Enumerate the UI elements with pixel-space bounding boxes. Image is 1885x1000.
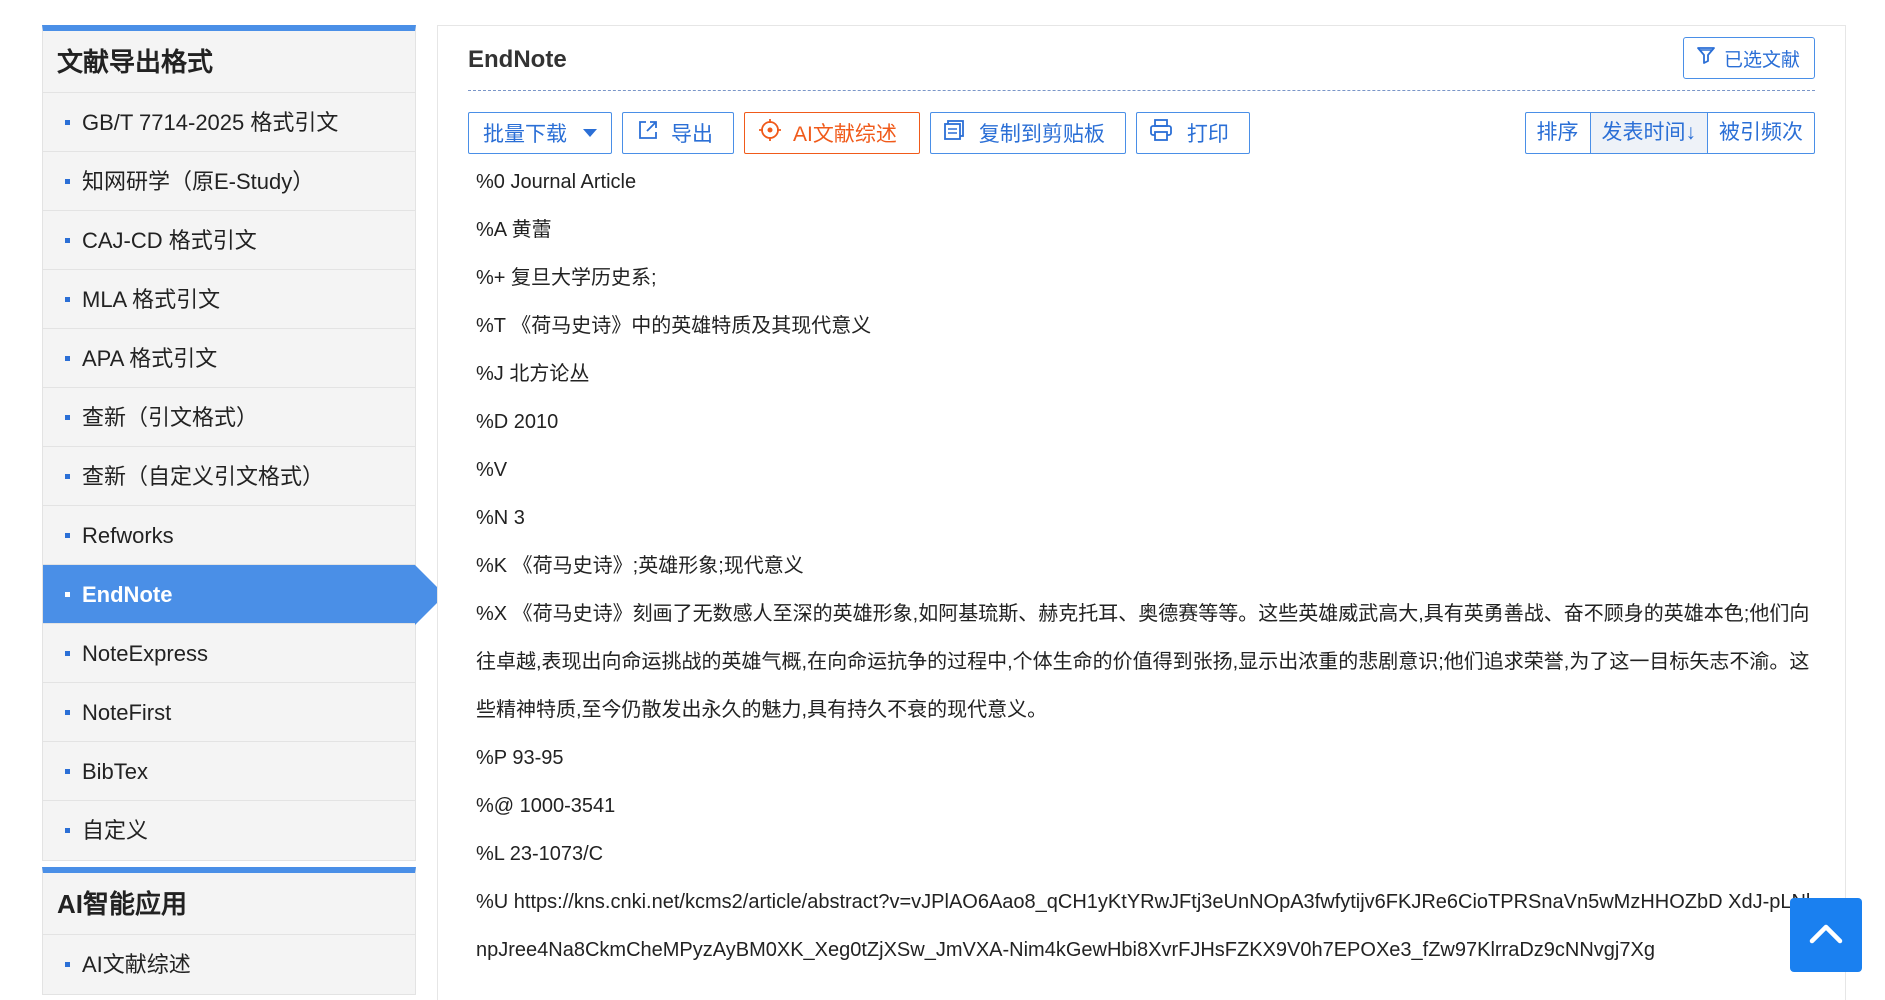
citation-line: %K 《荷马史诗》;英雄形象;现代意义 (476, 555, 804, 577)
ai-review-button[interactable]: AI文献综述 (744, 112, 920, 154)
sidebar-item[interactable]: APA 格式引文 (43, 329, 415, 388)
bullet-icon (65, 710, 70, 715)
selected-docs-button[interactable]: 已选文献 (1682, 37, 1815, 79)
sidebar-item[interactable]: CAJ-CD 格式引文 (43, 211, 415, 270)
bullet-icon (65, 356, 70, 361)
export-format-title: 文献导出格式 (43, 31, 415, 93)
back-to-top-button[interactable] (1790, 898, 1862, 972)
sort-publish-time-label: 发表时间 (1601, 121, 1686, 144)
printer-icon (1149, 119, 1173, 147)
citation-line: %V (476, 459, 508, 481)
sidebar-item[interactable]: Refworks (43, 506, 415, 565)
bullet-icon (65, 415, 70, 420)
sidebar-item-label: AI文献综述 (82, 952, 191, 977)
batch-download-label: 批量下载 (483, 123, 567, 146)
citation-line: %L 23-1073/C (476, 843, 604, 865)
sort-publish-time[interactable]: 发表时间↓ (1589, 113, 1707, 153)
bullet-icon (65, 297, 70, 302)
toolbar: 批量下载 导出 AI文献综述 复制到剪贴板 打印 (468, 112, 1250, 154)
selected-docs-label: 已选文献 (1723, 49, 1800, 71)
sidebar-item-label: 查新（自定义引文格式） (82, 464, 325, 489)
title-divider (468, 90, 1815, 91)
bullet-icon (65, 474, 70, 479)
arrow-down-icon: ↓ (1685, 121, 1697, 144)
sort-label: 排序 (1536, 121, 1579, 144)
export-format-list: GB/T 7714-2025 格式引文 知网研学（原E-Study） CAJ-CD … (43, 93, 445, 860)
sidebar-item-label: 自定义 (82, 818, 149, 843)
sidebar-item-label: Refworks (82, 523, 174, 548)
target-icon (759, 119, 781, 147)
page-root: 文献导出格式 GB/T 7714-2025 格式引文 知网研学（原E-Study）… (0, 0, 1885, 1000)
citation-content: %0 Journal Article %A 黄蕾 %+ 复旦大学历史系; %T 《荷马… (476, 158, 1821, 974)
page-title: EndNote (468, 46, 567, 73)
sidebar-item-label: CAJ-CD 格式引文 (82, 228, 257, 253)
sidebar-ai-item[interactable]: AI文献综述 (43, 935, 415, 994)
citation-line: %J 北方论丛 (476, 363, 590, 385)
sidebar-item[interactable]: 知网研学（原E-Study） (43, 152, 415, 211)
citation-line: %X 《荷马史诗》刻画了无数感人至深的英雄形象,如阿基琉斯、赫克托耳、奥德赛等等… (476, 603, 1810, 721)
sidebar-item[interactable]: 查新（引文格式） (43, 388, 415, 447)
copy-clipboard-button[interactable]: 复制到剪贴板 (929, 112, 1126, 154)
sort-citations[interactable]: 被引频次 (1707, 113, 1814, 153)
sidebar-item[interactable]: MLA 格式引文 (43, 270, 415, 329)
sidebar-item-label: APA 格式引文 (82, 346, 218, 371)
sidebar-item-label: 查新（引文格式） (82, 405, 259, 430)
ai-apps-list: AI文献综述 (43, 935, 415, 994)
ai-apps-title: AI智能应用 (43, 873, 415, 935)
print-button[interactable]: 打印 (1135, 112, 1250, 154)
bullet-icon (65, 179, 70, 184)
funnel-icon (1696, 45, 1716, 71)
clipboard-icon (943, 119, 965, 147)
sort-group: 排序 发表时间↓ 被引频次 (1524, 112, 1815, 154)
citation-line: %P 93-95 (476, 747, 564, 769)
sidebar-item-label: BibTex (82, 759, 149, 784)
bullet-icon (65, 592, 70, 597)
sidebar-item-label: 知网研学（原E-Study） (82, 169, 315, 194)
sidebar-item[interactable]: GB/T 7714-2025 格式引文 (43, 93, 415, 152)
sidebar-item-label: MLA 格式引文 (82, 287, 221, 312)
citation-line: %T 《荷马史诗》中的英雄特质及其现代意义 (476, 315, 872, 337)
citation-line: %N 3 (476, 507, 525, 529)
bullet-icon (65, 769, 70, 774)
sidebar-item[interactable]: NoteExpress (43, 624, 415, 683)
copy-clipboard-label: 复制到剪贴板 (978, 123, 1105, 146)
ai-apps-panel: AI智能应用 AI文献综述 (42, 867, 416, 995)
export-button[interactable]: 导出 (622, 112, 734, 154)
sidebar-item[interactable]: BibTex (43, 742, 415, 801)
sidebar-item[interactable]: NoteFirst (43, 683, 415, 742)
chevron-up-icon (1808, 921, 1844, 950)
chevron-down-icon (583, 129, 597, 137)
citation-line: %D 2010 (476, 411, 559, 433)
sidebar: 文献导出格式 GB/T 7714-2025 格式引文 知网研学（原E-Study）… (42, 25, 445, 995)
export-label: 导出 (671, 123, 713, 146)
bullet-icon (65, 238, 70, 243)
bullet-icon (65, 962, 70, 967)
citation-line: %0 Journal Article (476, 171, 637, 193)
citation-line: %U https://kns.cnki.net/kcms2/article/ab… (476, 891, 1811, 961)
citation-line: %@ 1000-3541 (476, 795, 616, 817)
bullet-icon (65, 651, 70, 656)
sidebar-item-label: NoteExpress (82, 641, 208, 666)
sidebar-item[interactable]: 查新（自定义引文格式） (43, 447, 415, 506)
citation-line: %+ 复旦大学历史系; (476, 267, 657, 289)
external-link-icon (637, 119, 659, 147)
sidebar-item-label: GB/T 7714-2025 格式引文 (82, 110, 339, 135)
export-format-panel: 文献导出格式 GB/T 7714-2025 格式引文 知网研学（原E-Study）… (42, 25, 445, 861)
citation-line: %A 黄蕾 (476, 219, 552, 241)
ai-review-label: AI文献综述 (793, 123, 897, 146)
main-panel: EndNote 已选文献 批量下载 导出 AI文献综述 复制到剪贴板 打印 排序… (437, 25, 1846, 1000)
bullet-icon (65, 533, 70, 538)
sidebar-item[interactable]: 自定义 (43, 801, 415, 860)
bullet-icon (65, 828, 70, 833)
batch-download-button[interactable]: 批量下载 (468, 112, 612, 154)
sidebar-item[interactable]: EndNote (43, 565, 445, 625)
sidebar-item-label: EndNote (82, 582, 173, 607)
sidebar-item-label: NoteFirst (82, 700, 172, 725)
bullet-icon (65, 120, 70, 125)
print-label: 打印 (1186, 123, 1229, 146)
